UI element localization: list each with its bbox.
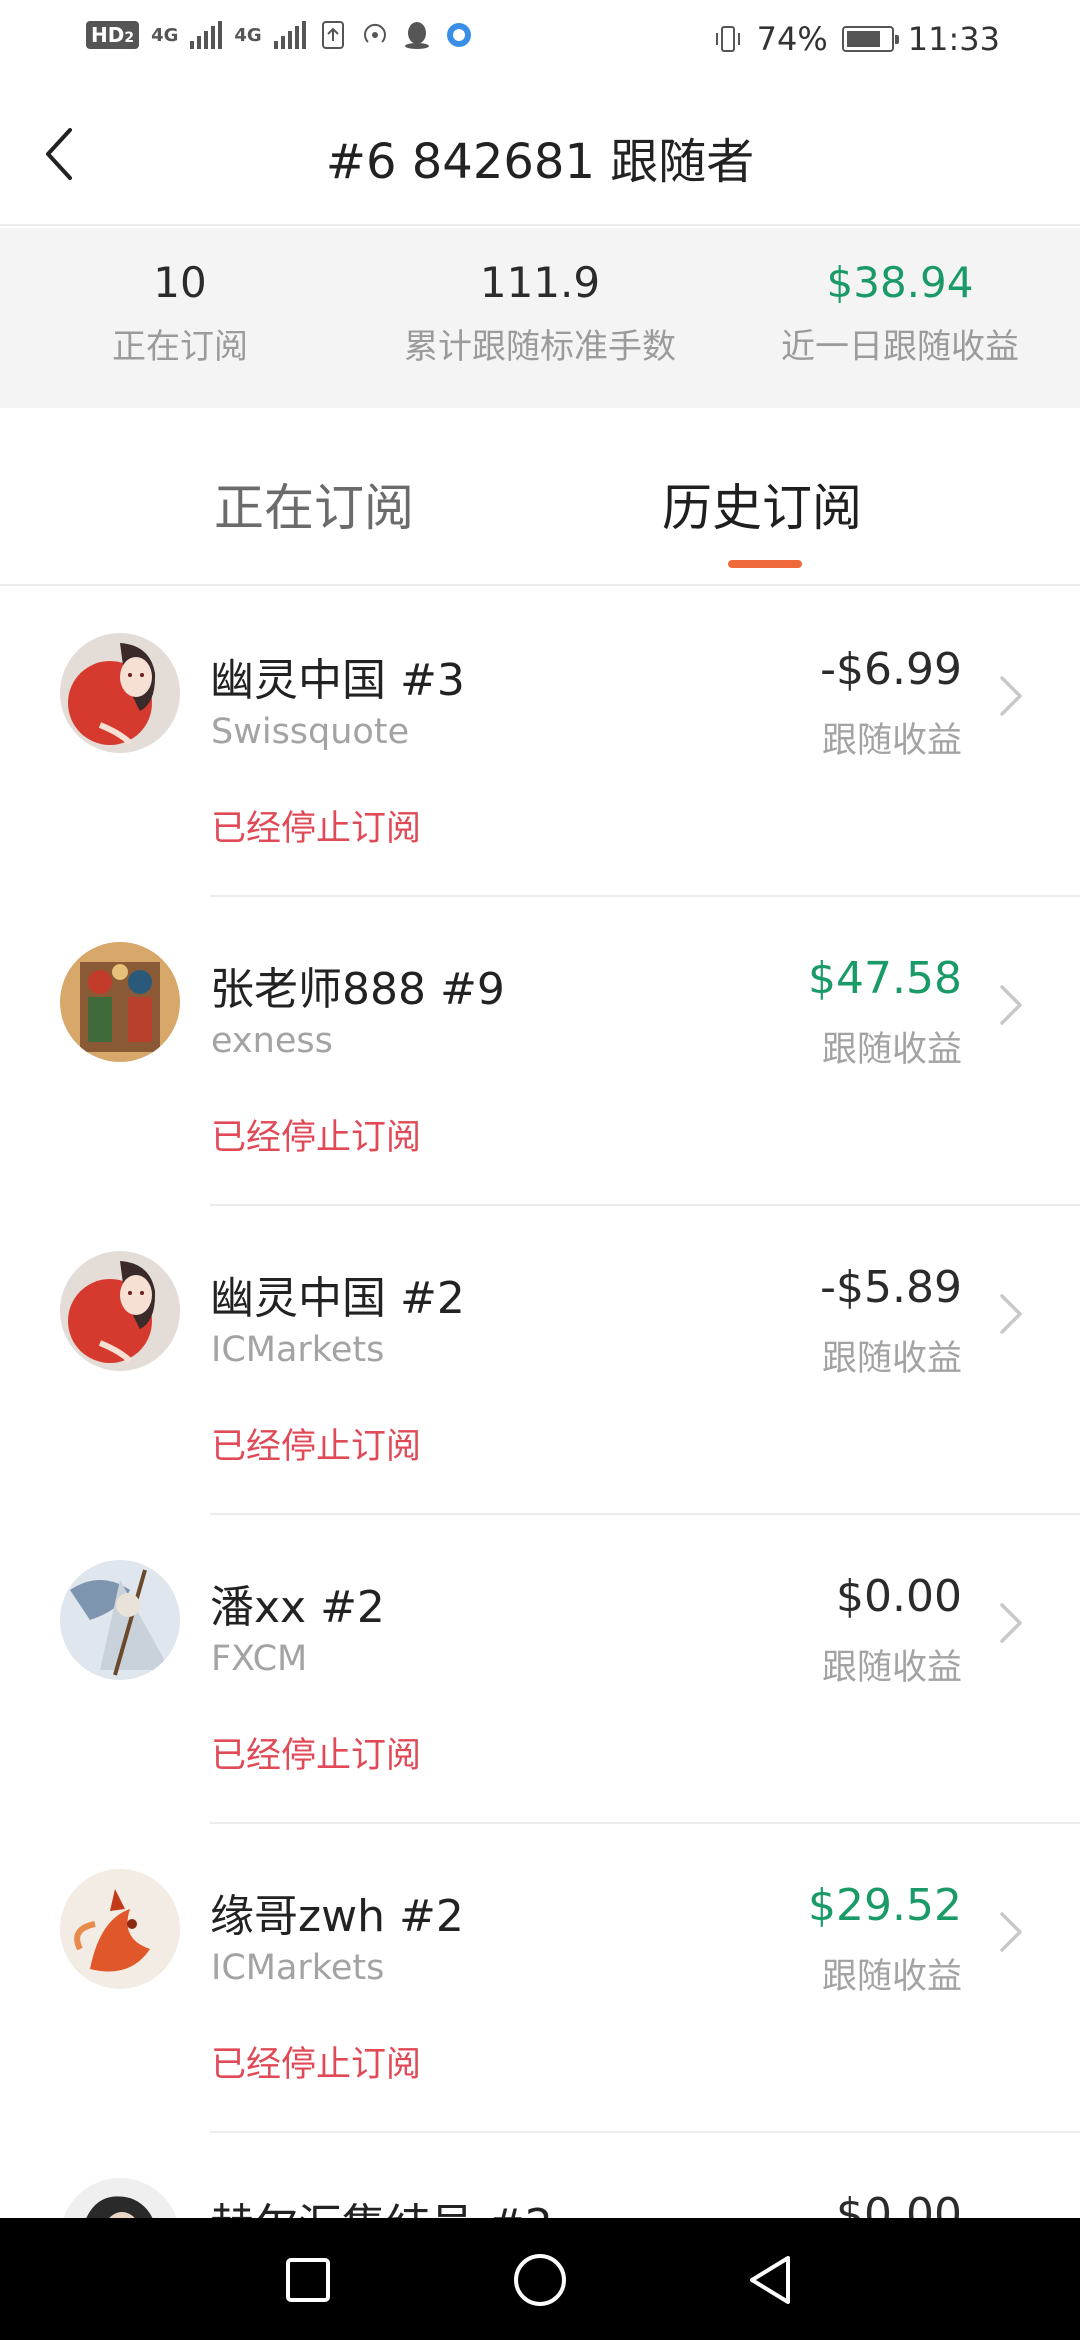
stat-label: 累计跟随标准手数 [404,327,676,367]
list-item[interactable]: 赫尔汇集结号 #2 $0.00 [0,2133,1080,2223]
vibrate-icon [713,24,743,54]
stats-summary: 10 正在订阅 111.9 累计跟随标准手数 $38.94 近一日跟随收益 [0,228,1080,408]
follow-profit-label: 跟随收益 [821,721,962,761]
upload-icon [318,20,348,50]
stat-label: 近一日跟随收益 [781,327,1019,367]
follow-profit-label: 跟随收益 [821,1339,962,1379]
follow-profit-label: 跟随收益 [821,1957,962,1997]
network-type-1: 4G [151,24,179,46]
list-item[interactable]: 缘哥zwh #2 ICMarkets 已经停止订阅 $29.52 跟随收益 [0,1824,1080,2133]
stat-subscribing: 10 正在订阅 [0,228,360,408]
broker-name: ICMarkets [211,1330,385,1370]
follow-profit-value: $29.52 [808,1880,962,1931]
chevron-right-icon [998,983,1024,1027]
status-icons-left: HD2 4G 4G [86,20,474,50]
system-navigation-bar [0,2218,1080,2340]
chevron-right-icon [998,1910,1024,1954]
subscription-status: 已经停止订阅 [211,809,422,849]
avatar [60,2178,180,2223]
avatar [60,633,180,753]
list-item[interactable]: 幽灵中国 #3 Swissquote 已经停止订阅 -$6.99 跟随收益 [0,588,1080,897]
status-bar: HD2 4G 4G 74% 11:33 [0,0,1080,80]
avatar [60,942,180,1062]
network-type-2: 4G [234,24,262,46]
app-header: #6 842681 跟随者 [0,80,1080,226]
battery-percent: 74% [756,20,828,58]
follow-profit-label: 跟随收益 [821,1030,962,1070]
recent-apps-button[interactable] [276,2248,340,2312]
tab-history-subscriptions[interactable]: 历史订阅 [662,468,862,540]
subscription-status: 已经停止订阅 [211,1736,422,1776]
follow-profit-value: -$6.99 [820,644,962,695]
trader-name: 张老师888 #9 [210,964,505,1015]
follow-profit-value: $47.58 [808,953,962,1004]
broker-name: ICMarkets [211,1948,385,1988]
list-item[interactable]: 潘xx #2 FXCM 已经停止订阅 $0.00 跟随收益 [0,1515,1080,1824]
app-notification-icon [444,20,474,50]
list-item[interactable]: 张老师888 #9 exness 已经停止订阅 $47.58 跟随收益 [0,897,1080,1206]
stat-value: $38.94 [826,258,974,307]
chevron-right-icon [998,674,1024,718]
stat-label: 正在订阅 [112,327,248,367]
trader-name: 幽灵中国 #2 [210,1273,465,1324]
list-item[interactable]: 幽灵中国 #2 ICMarkets 已经停止订阅 -$5.89 跟随收益 [0,1206,1080,1515]
hd-badge: HD2 [86,21,140,49]
trader-name: 潘xx #2 [210,1582,385,1633]
home-button[interactable] [508,2248,572,2312]
tab-current-subscriptions[interactable]: 正在订阅 [214,468,414,540]
active-tab-indicator [728,560,802,568]
page-title: #6 842681 跟随者 [325,134,755,190]
hotspot-icon [360,20,390,50]
trader-name: 缘哥zwh #2 [210,1891,464,1942]
avatar [60,1560,180,1680]
subscription-status: 已经停止订阅 [211,2045,422,2085]
follow-profit-value: $0.00 [836,1571,962,1622]
chevron-right-icon [998,1601,1024,1645]
subscription-history-list: 幽灵中国 #3 Swissquote 已经停止订阅 -$6.99 跟随收益 张老… [0,588,1080,2223]
status-icons-right: 74% 11:33 [713,20,1000,58]
broker-name: FXCM [211,1639,308,1679]
battery-icon [841,26,899,52]
stat-value: 111.9 [479,258,601,307]
stat-value: 10 [153,258,207,307]
avatar [60,1869,180,1989]
follow-profit-label: 跟随收益 [821,1648,962,1688]
clock: 11:33 [907,20,1000,58]
back-button[interactable] [740,2248,804,2312]
subscription-status: 已经停止订阅 [211,1118,422,1158]
subscription-status: 已经停止订阅 [211,1427,422,1467]
stat-daily-profit: $38.94 近一日跟随收益 [720,228,1080,408]
signal-icon [273,21,306,49]
tab-bar: 正在订阅 历史订阅 [0,408,1080,586]
signal-icon [190,21,223,49]
trader-name: 幽灵中国 #3 [210,655,465,706]
broker-name: exness [211,1021,333,1061]
broker-name: Swissquote [211,712,410,752]
stat-total-lots: 111.9 累计跟随标准手数 [360,228,720,408]
qq-icon [402,20,432,50]
avatar [60,1251,180,1371]
chevron-right-icon [998,1292,1024,1336]
follow-profit-value: -$5.89 [820,1262,962,1313]
